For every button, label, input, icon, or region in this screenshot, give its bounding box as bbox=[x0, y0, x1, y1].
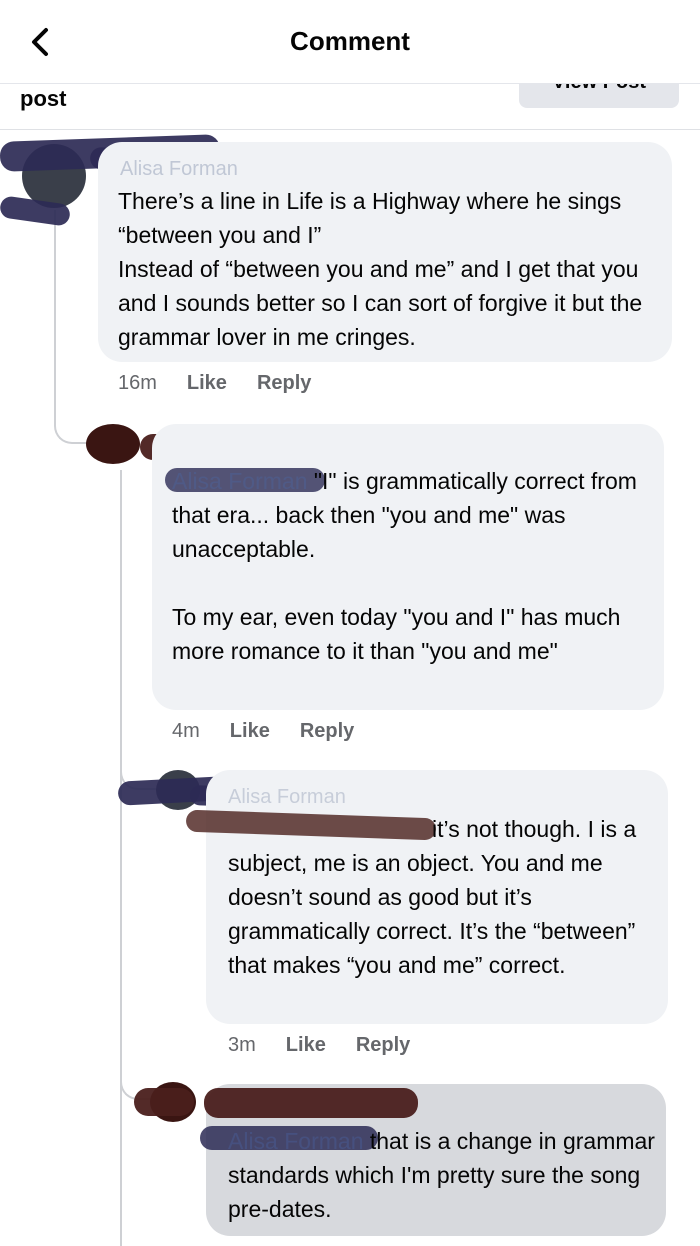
reply-button[interactable]: Reply bbox=[356, 1034, 410, 1056]
comment-meta: 3m Like Reply bbox=[228, 1034, 440, 1057]
comment-text: Alisa Forman that is a change in grammar… bbox=[228, 1124, 658, 1226]
like-button[interactable]: Like bbox=[230, 720, 270, 742]
comment-text: Alisa Forman "I" is grammatically correc… bbox=[172, 464, 652, 668]
top-bar: Comment bbox=[0, 0, 700, 84]
comment-time: 4m bbox=[172, 720, 200, 742]
comment-meta: 4m Like Reply bbox=[172, 720, 384, 743]
comment-time: 16m bbox=[118, 372, 157, 394]
view-post-button[interactable]: View Post bbox=[519, 84, 679, 108]
comment-time: 3m bbox=[228, 1034, 256, 1056]
comment-author[interactable]: Alisa Forman bbox=[228, 786, 346, 809]
post-bar: post View Post bbox=[0, 84, 700, 130]
reply-button[interactable]: Reply bbox=[257, 372, 311, 394]
comment-text-body: There’s a line in Life is a Highway wher… bbox=[118, 188, 643, 350]
comment-text-body: it’s not though. I is a subject, me is a… bbox=[228, 816, 643, 978]
page-title: Comment bbox=[290, 26, 410, 56]
mention-tag[interactable]: Alisa Forman bbox=[172, 468, 307, 494]
thread-line bbox=[120, 470, 122, 1246]
post-label: post bbox=[20, 86, 67, 111]
comment-author[interactable]: Alisa Forman bbox=[120, 158, 238, 181]
like-button[interactable]: Like bbox=[286, 1034, 326, 1056]
comment-text-body: "I" is grammatically correct from that e… bbox=[172, 468, 637, 664]
comment-text: it’s not though. I is a subject, me is a… bbox=[228, 812, 658, 982]
mention-tag[interactable]: Alisa Forman bbox=[228, 1128, 363, 1154]
redaction-scribble bbox=[204, 1088, 418, 1118]
redaction-scribble bbox=[134, 1088, 194, 1116]
comment-meta: 16m Like Reply bbox=[118, 372, 341, 395]
like-button[interactable]: Like bbox=[187, 372, 227, 394]
comment-text: There’s a line in Life is a Highway wher… bbox=[118, 184, 658, 354]
reply-button[interactable]: Reply bbox=[300, 720, 354, 742]
avatar[interactable] bbox=[86, 424, 140, 464]
